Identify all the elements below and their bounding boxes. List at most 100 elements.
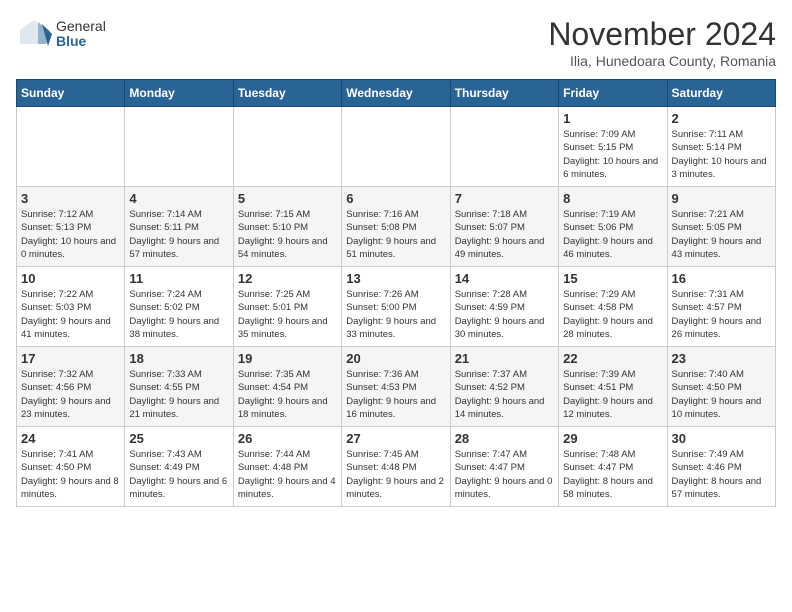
logo-blue-text: Blue bbox=[56, 34, 106, 49]
day-number: 26 bbox=[238, 431, 337, 446]
calendar-cell: 22 Sunrise: 7:39 AM Sunset: 4:51 PM Dayli… bbox=[559, 347, 667, 427]
day-info: Sunrise: 7:24 AM Sunset: 5:02 PM Dayligh… bbox=[129, 288, 228, 341]
col-header-wednesday: Wednesday bbox=[342, 80, 450, 107]
calendar-cell: 15 Sunrise: 7:29 AM Sunset: 4:58 PM Dayli… bbox=[559, 267, 667, 347]
day-info: Sunrise: 7:25 AM Sunset: 5:01 PM Dayligh… bbox=[238, 288, 337, 341]
day-info: Sunrise: 7:28 AM Sunset: 4:59 PM Dayligh… bbox=[455, 288, 554, 341]
logo-general-text: General bbox=[56, 19, 106, 34]
calendar-cell: 11Sunrise: 7:24 AM Sunset: 5:02 PM Dayli… bbox=[125, 267, 233, 347]
day-number: 29 bbox=[563, 431, 662, 446]
day-info: Sunrise: 7:22 AM Sunset: 5:03 PM Dayligh… bbox=[21, 288, 120, 341]
calendar-cell: 28 Sunrise: 7:47 AM Sunset: 4:47 PM Dayli… bbox=[450, 427, 558, 507]
day-info: Sunrise: 7:47 AM Sunset: 4:47 PM Dayligh… bbox=[455, 448, 554, 501]
col-header-saturday: Saturday bbox=[667, 80, 775, 107]
day-number: 12 bbox=[238, 271, 337, 286]
day-info: Sunrise: 7:29 AM Sunset: 4:58 PM Dayligh… bbox=[563, 288, 662, 341]
header: General Blue November 2024 Ilia, Hunedoa… bbox=[16, 16, 776, 69]
week-row-5: 24 Sunrise: 7:41 AM Sunset: 4:50 PM Dayli… bbox=[17, 427, 776, 507]
week-row-3: 10Sunrise: 7:22 AM Sunset: 5:03 PM Dayli… bbox=[17, 267, 776, 347]
calendar-cell: 8 Sunrise: 7:19 AM Sunset: 5:06 PM Daylig… bbox=[559, 187, 667, 267]
day-number: 18 bbox=[129, 351, 228, 366]
day-number: 24 bbox=[21, 431, 120, 446]
subtitle: Ilia, Hunedoara County, Romania bbox=[548, 53, 776, 69]
calendar-cell: 6 Sunrise: 7:16 AM Sunset: 5:08 PM Daylig… bbox=[342, 187, 450, 267]
calendar-table: Sunday Monday Tuesday Wednesday Thursday… bbox=[16, 79, 776, 507]
calendar-cell: 13Sunrise: 7:26 AM Sunset: 5:00 PM Dayli… bbox=[342, 267, 450, 347]
calendar-cell: 2Sunrise: 7:11 AM Sunset: 5:14 PM Daylig… bbox=[667, 107, 775, 187]
day-info: Sunrise: 7:41 AM Sunset: 4:50 PM Dayligh… bbox=[21, 448, 120, 501]
week-row-1: 1 Sunrise: 7:09 AM Sunset: 5:15 PM Daylig… bbox=[17, 107, 776, 187]
day-number: 28 bbox=[455, 431, 554, 446]
day-number: 25 bbox=[129, 431, 228, 446]
day-number: 23 bbox=[672, 351, 771, 366]
day-number: 9 bbox=[672, 191, 771, 206]
day-info: Sunrise: 7:44 AM Sunset: 4:48 PM Dayligh… bbox=[238, 448, 337, 501]
logo: General Blue bbox=[16, 16, 106, 52]
day-number: 6 bbox=[346, 191, 445, 206]
day-info: Sunrise: 7:11 AM Sunset: 5:14 PM Dayligh… bbox=[672, 128, 771, 181]
day-info: Sunrise: 7:40 AM Sunset: 4:50 PM Dayligh… bbox=[672, 368, 771, 421]
day-info: Sunrise: 7:12 AM Sunset: 5:13 PM Dayligh… bbox=[21, 208, 120, 261]
calendar-cell bbox=[125, 107, 233, 187]
calendar-cell: 16 Sunrise: 7:31 AM Sunset: 4:57 PM Dayli… bbox=[667, 267, 775, 347]
day-info: Sunrise: 7:48 AM Sunset: 4:47 PM Dayligh… bbox=[563, 448, 662, 501]
day-info: Sunrise: 7:21 AM Sunset: 5:05 PM Dayligh… bbox=[672, 208, 771, 261]
title-block: November 2024 Ilia, Hunedoara County, Ro… bbox=[548, 16, 776, 69]
day-number: 1 bbox=[563, 111, 662, 126]
day-number: 4 bbox=[129, 191, 228, 206]
calendar-cell: 19Sunrise: 7:35 AM Sunset: 4:54 PM Dayli… bbox=[233, 347, 341, 427]
calendar-cell: 5 Sunrise: 7:15 AM Sunset: 5:10 PM Daylig… bbox=[233, 187, 341, 267]
col-header-tuesday: Tuesday bbox=[233, 80, 341, 107]
header-row: Sunday Monday Tuesday Wednesday Thursday… bbox=[17, 80, 776, 107]
calendar-cell: 18 Sunrise: 7:33 AM Sunset: 4:55 PM Dayli… bbox=[125, 347, 233, 427]
day-info: Sunrise: 7:18 AM Sunset: 5:07 PM Dayligh… bbox=[455, 208, 554, 261]
day-info: Sunrise: 7:09 AM Sunset: 5:15 PM Dayligh… bbox=[563, 128, 662, 181]
day-number: 3 bbox=[21, 191, 120, 206]
day-number: 14 bbox=[455, 271, 554, 286]
day-info: Sunrise: 7:43 AM Sunset: 4:49 PM Dayligh… bbox=[129, 448, 228, 501]
day-info: Sunrise: 7:45 AM Sunset: 4:48 PM Dayligh… bbox=[346, 448, 445, 501]
day-info: Sunrise: 7:16 AM Sunset: 5:08 PM Dayligh… bbox=[346, 208, 445, 261]
calendar-cell bbox=[450, 107, 558, 187]
week-row-2: 3 Sunrise: 7:12 AM Sunset: 5:13 PM Daylig… bbox=[17, 187, 776, 267]
col-header-friday: Friday bbox=[559, 80, 667, 107]
day-number: 21 bbox=[455, 351, 554, 366]
day-info: Sunrise: 7:15 AM Sunset: 5:10 PM Dayligh… bbox=[238, 208, 337, 261]
col-header-thursday: Thursday bbox=[450, 80, 558, 107]
day-info: Sunrise: 7:32 AM Sunset: 4:56 PM Dayligh… bbox=[21, 368, 120, 421]
calendar-cell: 30Sunrise: 7:49 AM Sunset: 4:46 PM Dayli… bbox=[667, 427, 775, 507]
day-number: 27 bbox=[346, 431, 445, 446]
day-info: Sunrise: 7:31 AM Sunset: 4:57 PM Dayligh… bbox=[672, 288, 771, 341]
day-info: Sunrise: 7:35 AM Sunset: 4:54 PM Dayligh… bbox=[238, 368, 337, 421]
day-number: 22 bbox=[563, 351, 662, 366]
day-number: 13 bbox=[346, 271, 445, 286]
day-number: 16 bbox=[672, 271, 771, 286]
day-info: Sunrise: 7:33 AM Sunset: 4:55 PM Dayligh… bbox=[129, 368, 228, 421]
day-info: Sunrise: 7:37 AM Sunset: 4:52 PM Dayligh… bbox=[455, 368, 554, 421]
calendar-cell: 25 Sunrise: 7:43 AM Sunset: 4:49 PM Dayli… bbox=[125, 427, 233, 507]
day-info: Sunrise: 7:36 AM Sunset: 4:53 PM Dayligh… bbox=[346, 368, 445, 421]
logo-icon bbox=[16, 16, 52, 52]
day-number: 8 bbox=[563, 191, 662, 206]
day-number: 20 bbox=[346, 351, 445, 366]
calendar-cell: 1 Sunrise: 7:09 AM Sunset: 5:15 PM Daylig… bbox=[559, 107, 667, 187]
calendar-cell: 17Sunrise: 7:32 AM Sunset: 4:56 PM Dayli… bbox=[17, 347, 125, 427]
calendar-cell: 14 Sunrise: 7:28 AM Sunset: 4:59 PM Dayli… bbox=[450, 267, 558, 347]
day-number: 7 bbox=[455, 191, 554, 206]
calendar-cell bbox=[342, 107, 450, 187]
day-number: 30 bbox=[672, 431, 771, 446]
main-title: November 2024 bbox=[548, 16, 776, 53]
logo-text: General Blue bbox=[56, 19, 106, 50]
week-row-4: 17Sunrise: 7:32 AM Sunset: 4:56 PM Dayli… bbox=[17, 347, 776, 427]
calendar-cell bbox=[17, 107, 125, 187]
calendar-cell: 24 Sunrise: 7:41 AM Sunset: 4:50 PM Dayli… bbox=[17, 427, 125, 507]
day-number: 15 bbox=[563, 271, 662, 286]
calendar-cell: 4 Sunrise: 7:14 AM Sunset: 5:11 PM Daylig… bbox=[125, 187, 233, 267]
col-header-sunday: Sunday bbox=[17, 80, 125, 107]
day-number: 5 bbox=[238, 191, 337, 206]
day-info: Sunrise: 7:39 AM Sunset: 4:51 PM Dayligh… bbox=[563, 368, 662, 421]
day-info: Sunrise: 7:19 AM Sunset: 5:06 PM Dayligh… bbox=[563, 208, 662, 261]
calendar-cell: 10Sunrise: 7:22 AM Sunset: 5:03 PM Dayli… bbox=[17, 267, 125, 347]
day-info: Sunrise: 7:14 AM Sunset: 5:11 PM Dayligh… bbox=[129, 208, 228, 261]
col-header-monday: Monday bbox=[125, 80, 233, 107]
